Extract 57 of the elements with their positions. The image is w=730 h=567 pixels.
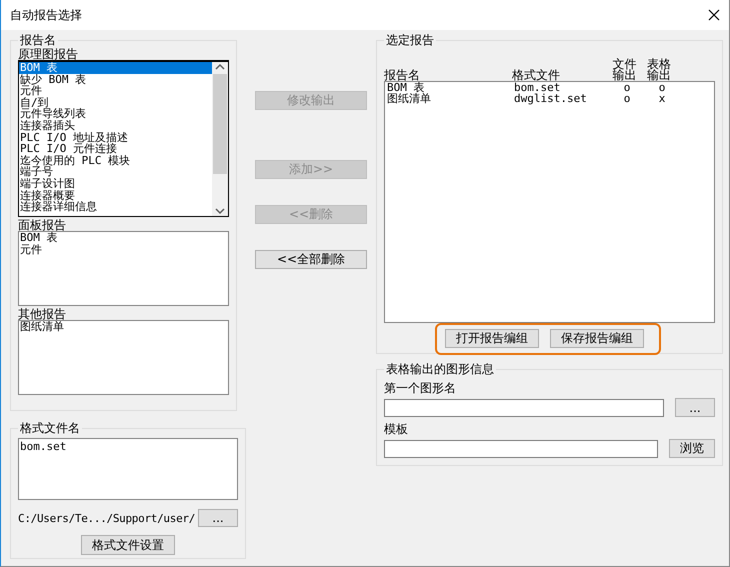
table-cell-text: x [658,94,666,104]
path-text: C:/Users/Te.../Support/user/ [18,512,196,524]
list-item[interactable]: BOM 表 [19,232,228,244]
field-label: 模板 [384,422,409,436]
list-item[interactable]: BOM 表 [19,62,212,74]
column-header: 文件输出 [612,59,638,81]
table-cell-text: o [658,83,666,94]
list-label: 原理图报告 [18,48,79,60]
list-item[interactable]: PLC I/O 元件连接 [19,143,212,155]
list-item[interactable]: 端子设计图 [19,178,212,190]
table-cell-text: o [622,94,632,104]
browse-button[interactable]: ... [675,398,715,417]
list-item[interactable]: bom.set [19,439,237,453]
action-button[interactable]: <<全部删除 [255,250,367,269]
field-label: 第一个图形名 [384,381,457,395]
list-item[interactable]: 元件导线列表 [19,108,212,120]
list-item[interactable]: 缺少 BOM 表 [19,74,212,86]
scroll-thumb[interactable] [213,74,227,174]
list-item[interactable]: 连接器概要 [19,190,212,202]
list-item[interactable]: 连接器详细信息 [19,201,212,213]
column-header: 报告名 [384,70,421,81]
selected-report-table[interactable]: BOM 表 bom.set o o 图纸清单 dwglist.set o x [384,81,715,323]
column-header: 表格输出 [646,59,672,81]
list-label: 面板报告 [18,219,67,231]
report-list[interactable]: BOM 表 元件 [18,231,229,306]
list-item[interactable]: 端子号 [19,166,212,178]
group-title: 选定报告 [385,33,435,47]
report-list[interactable]: 图纸清单 [18,320,229,395]
input-field[interactable] [384,440,658,458]
table-cell-text: 图纸清单 [387,94,432,104]
group-title: 报告名 [19,33,57,47]
group-button[interactable]: 打开报告编组 [445,329,539,348]
group-button[interactable]: 保存报告编组 [550,329,644,348]
group-title: 表格输出的图形信息 [385,362,495,376]
browse-button[interactable]: 浏览 [669,439,715,458]
list-item[interactable]: PLC I/O 地址及描述 [19,132,212,144]
report-list[interactable]: BOM 表 缺少 BOM 表 元件 自/到 元件导线列表 连接器插头 PLC I/O 地址及描述 PLC I/O 元件连接 迄今使用的 PLC 模块 端子号 端子设计图 连接器概要 连接器详细信息 [18,60,229,217]
list-label: 其他报告 [18,308,67,320]
list-item[interactable]: 自/到 [19,96,212,108]
format-settings-button[interactable]: 格式文件设置 [81,535,175,555]
close-icon [708,9,720,21]
window-title: 自动报告选择 [10,6,82,24]
table-cell-text: o [622,83,632,94]
list-item[interactable]: 连接器插头 [19,120,212,132]
list-item[interactable]: 元件 [19,244,228,256]
list-item[interactable]: 图纸清单 [19,321,228,333]
list-item[interactable]: 元件 [19,85,212,97]
list-item[interactable]: 迄今使用的 PLC 模块 [19,154,212,166]
browse-button[interactable]: ... [198,509,238,527]
group-title: 格式文件名 [19,421,81,435]
table-cell-text: BOM 表 [387,83,424,94]
column-header: 格式文件 [512,70,561,81]
input-field[interactable] [384,398,664,416]
format-file-list[interactable]: bom.set [18,438,238,500]
scrollbar[interactable] [212,62,228,216]
table-cell-text: bom.set [514,83,560,94]
table-cell-text: dwglist.set [514,94,588,104]
